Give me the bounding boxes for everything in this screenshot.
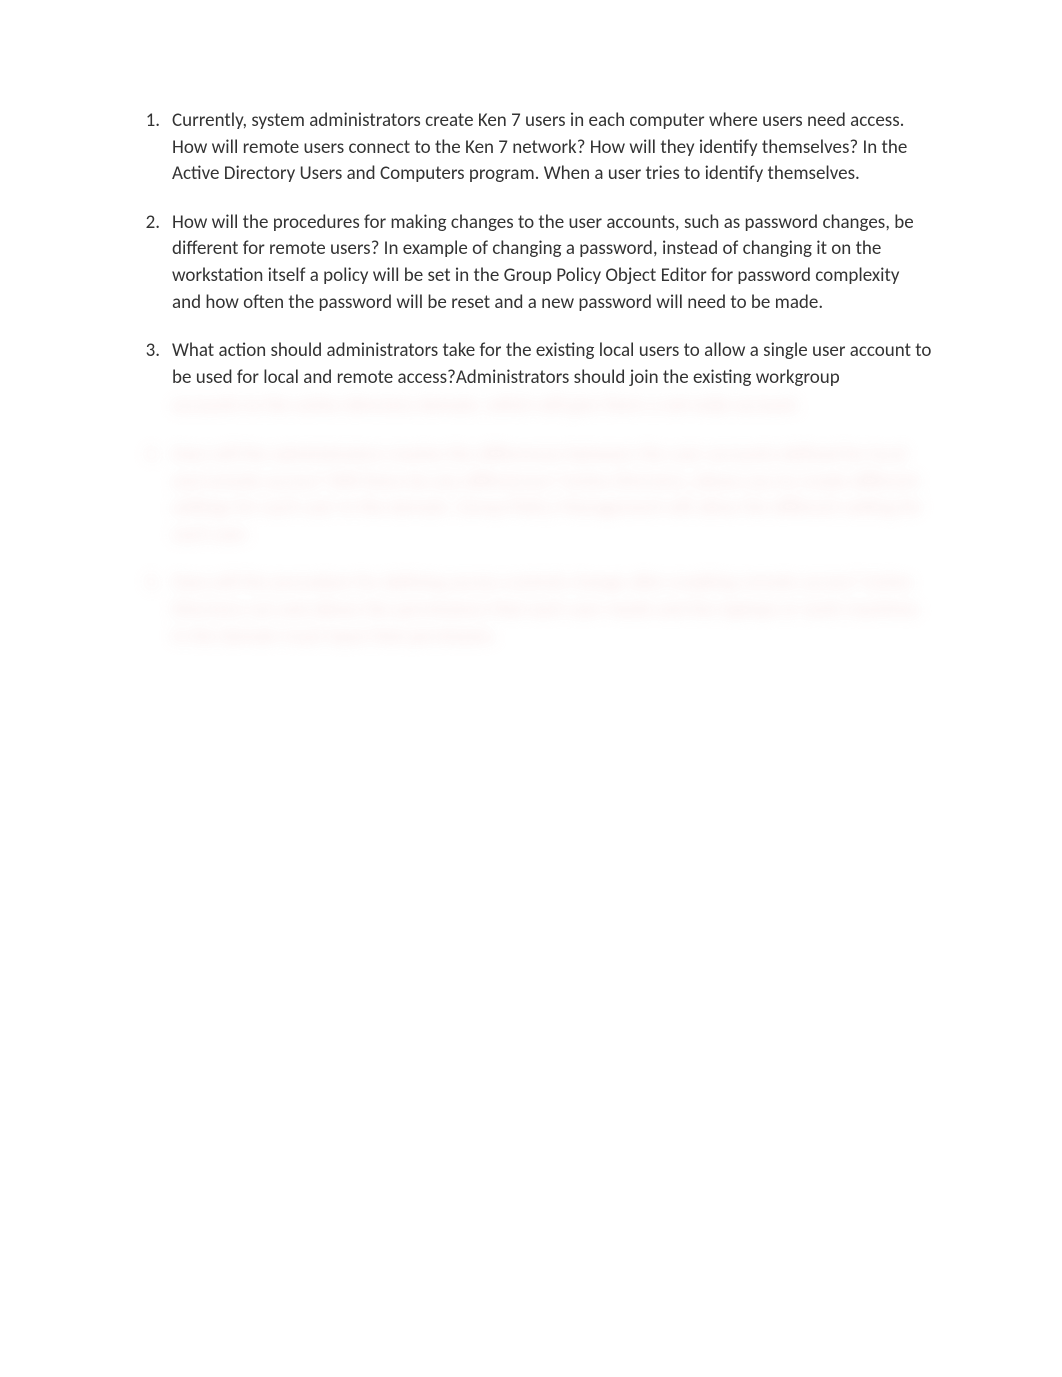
list-item: 2. How will the procedures for making ch… bbox=[130, 210, 932, 316]
blurred-content: How will the administrators resolve the … bbox=[172, 443, 922, 546]
item-text: Currently, system administrators create … bbox=[172, 109, 907, 185]
item-number: 3. bbox=[130, 338, 160, 365]
item-text: How will the procedures for making chang… bbox=[172, 211, 914, 314]
list-item: 4. How will the administrators resolve t… bbox=[130, 442, 932, 548]
blurred-content: How will the procedure for defining acce… bbox=[172, 571, 919, 647]
blurred-content: accounts to the active directory domain,… bbox=[172, 393, 932, 420]
item-number: 5. bbox=[130, 570, 160, 597]
item-number: 1. bbox=[130, 108, 160, 135]
document-page: 1. Currently, system administrators crea… bbox=[0, 0, 1062, 780]
numbered-list: 1. Currently, system administrators crea… bbox=[130, 108, 932, 650]
item-text: What action should administrators take f… bbox=[172, 339, 931, 389]
item-number: 2. bbox=[130, 210, 160, 237]
list-item: 3. What action should administrators tak… bbox=[130, 338, 932, 420]
item-number: 4. bbox=[130, 442, 160, 469]
list-item: 5. How will the procedure for defining a… bbox=[130, 570, 932, 650]
list-item: 1. Currently, system administrators crea… bbox=[130, 108, 932, 188]
